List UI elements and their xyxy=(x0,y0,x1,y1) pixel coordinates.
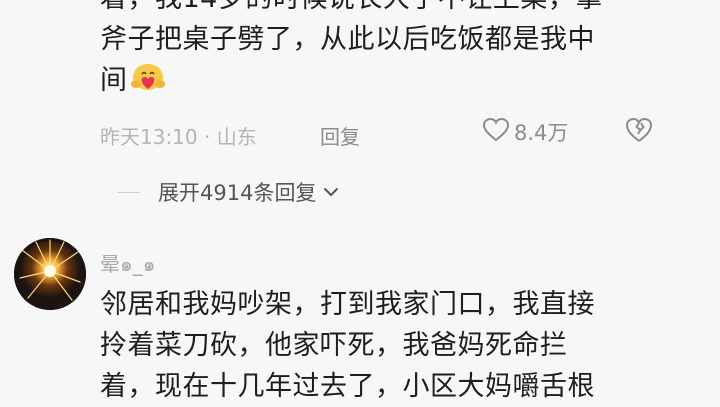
expand-replies-label: 展开4914条回复 xyxy=(158,181,317,205)
comment-text: 邻居和我妈吵架，打到我家门口，我直接 拎着菜刀砍，他家吓死，我爸妈死命拦 着，现… xyxy=(100,289,595,402)
comment-text-content: 着，我14岁的时候说长大了不让上桌，拿 斧子把桌子劈了，从此以后吃饭都是我中 间 xyxy=(100,0,602,96)
like-count: 8.4万 xyxy=(514,121,569,145)
like-button[interactable]: 8.4万 xyxy=(482,117,569,147)
comment-text: 着，我14岁的时候说长大了不让上桌，拿 斧子把桌子劈了，从此以后吃饭都是我中 间 xyxy=(100,0,680,101)
dislike-button[interactable] xyxy=(625,117,653,148)
chevron-down-icon xyxy=(316,180,340,204)
comment-time-location: 昨天13:10 · 山东 xyxy=(100,125,257,149)
broken-heart-icon xyxy=(625,117,653,148)
hugging-heart-emoji-icon xyxy=(130,63,166,93)
comment-meta: 昨天13:10 · 山东 回复 8.4万 xyxy=(100,117,680,151)
reply-button[interactable]: 回复 xyxy=(320,121,360,150)
expand-replies-button[interactable]: 展开4914条回复 xyxy=(118,174,340,210)
username[interactable]: 晕๑_๑ xyxy=(100,248,155,280)
heart-icon xyxy=(482,117,510,147)
divider-line xyxy=(118,191,140,193)
avatar[interactable] xyxy=(14,238,86,310)
